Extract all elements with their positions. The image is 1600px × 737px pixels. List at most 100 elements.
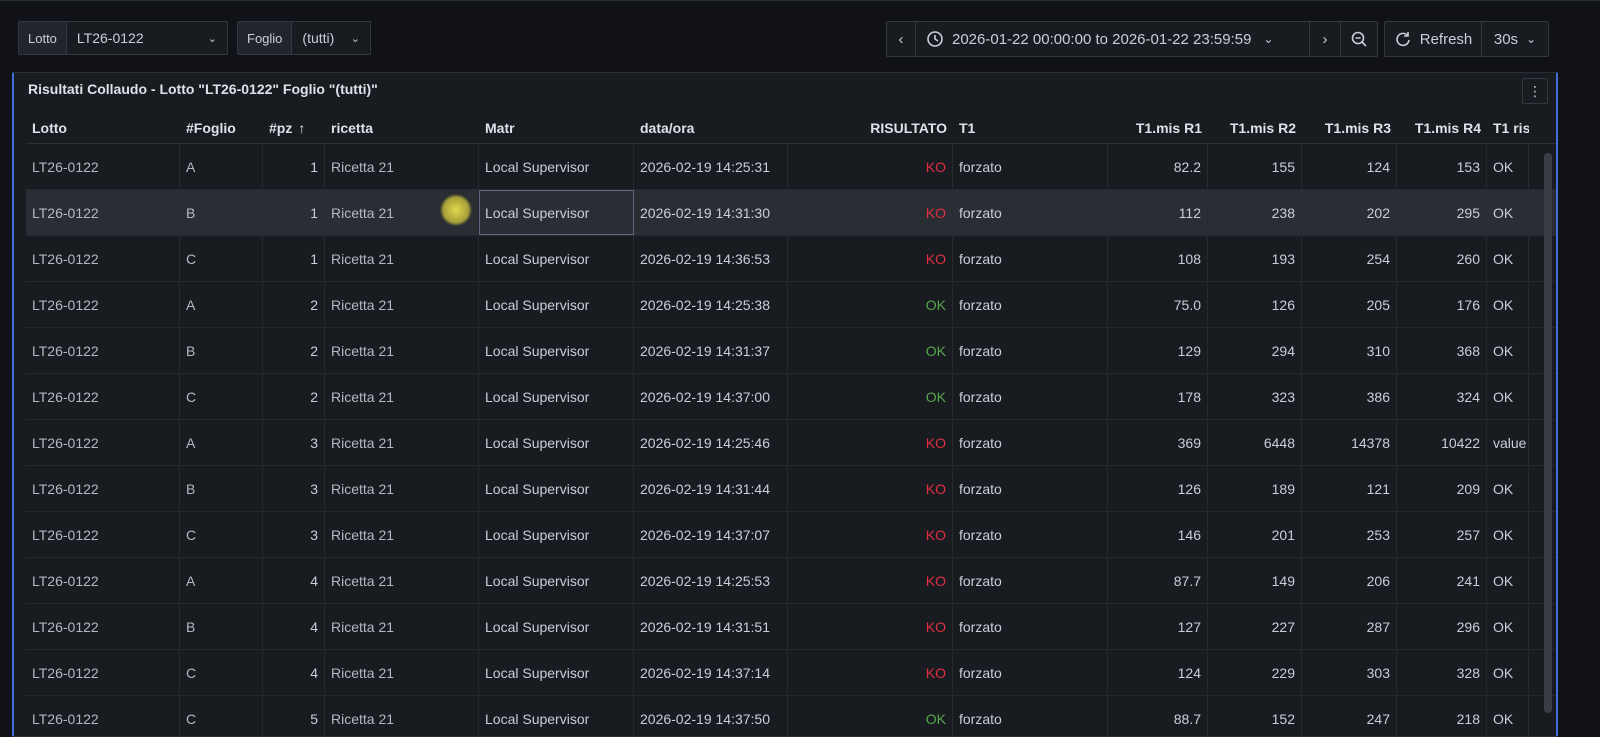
table-cell[interactable]: Local Supervisor [479, 420, 634, 465]
chevron-down-icon[interactable]: ⌄ [351, 22, 370, 54]
table-cell[interactable]: 310 [1302, 328, 1397, 373]
table-cell[interactable]: forzato [953, 604, 1108, 649]
table-cell[interactable]: 227 [1208, 604, 1302, 649]
table-cell[interactable]: 3 [263, 466, 325, 511]
table-cell[interactable]: forzato [953, 236, 1108, 281]
table-cell[interactable]: 75.0 [1108, 282, 1208, 327]
column-header[interactable]: #pz ↑ [263, 113, 325, 143]
table-cell[interactable]: LT26-0122 [26, 190, 180, 235]
table-cell[interactable]: 229 [1208, 650, 1302, 695]
table-cell[interactable]: OK [1487, 604, 1529, 649]
table-cell[interactable]: forzato [953, 190, 1108, 235]
table-row[interactable]: LT26-0122 B 4 Ricetta 21 Local Supervisor 202… [26, 604, 1556, 650]
table-cell[interactable]: A [180, 144, 263, 189]
table-cell[interactable]: forzato [953, 466, 1108, 511]
table-row[interactable]: LT26-0122 A 4 Ricetta 21 Local Supervisor 202… [26, 558, 1556, 604]
table-cell[interactable]: Local Supervisor [479, 466, 634, 511]
table-cell[interactable]: Ricetta 21 [325, 558, 479, 603]
table-cell[interactable]: 2026-02-19 14:37:14 [634, 650, 788, 695]
table-cell[interactable]: Local Supervisor [479, 558, 634, 603]
table-cell[interactable]: LT26-0122 [26, 512, 180, 557]
table-cell[interactable]: OK [1487, 144, 1529, 189]
table-cell[interactable]: KO [788, 558, 953, 603]
table-cell[interactable]: 323 [1208, 374, 1302, 419]
table-cell[interactable]: 126 [1108, 466, 1208, 511]
table-cell[interactable]: C [180, 650, 263, 695]
time-back-button[interactable]: ‹ [887, 22, 916, 56]
zoom-out-button[interactable] [1341, 22, 1377, 56]
table-cell[interactable]: 176 [1397, 282, 1487, 327]
table-cell[interactable]: 152 [1208, 696, 1302, 736]
table-cell[interactable]: KO [788, 650, 953, 695]
table-cell[interactable]: 238 [1208, 190, 1302, 235]
table-row[interactable]: LT26-0122 C 4 Ricetta 21 Local Supervisor 202… [26, 650, 1556, 696]
table-cell[interactable]: 126 [1208, 282, 1302, 327]
table-cell[interactable]: LT26-0122 [26, 374, 180, 419]
table-cell[interactable]: forzato [953, 282, 1108, 327]
column-header[interactable]: Lotto [26, 113, 180, 143]
table-cell[interactable]: Ricetta 21 [325, 328, 479, 373]
table-cell[interactable]: OK [1487, 650, 1529, 695]
table-cell[interactable]: Local Supervisor [479, 650, 634, 695]
table-cell[interactable]: 254 [1302, 236, 1397, 281]
table-cell[interactable]: 2026-02-19 14:25:53 [634, 558, 788, 603]
table-cell[interactable]: OK [1487, 190, 1529, 235]
table-cell[interactable]: Local Supervisor [479, 190, 634, 235]
column-header[interactable]: T1 ris [1487, 113, 1529, 143]
table-cell[interactable]: Ricetta 21 [325, 604, 479, 649]
table-row[interactable]: LT26-0122 A 1 Ricetta 21 Local Supervisor 202… [26, 144, 1556, 190]
table-cell[interactable]: 5 [263, 696, 325, 736]
table-cell[interactable]: 328 [1397, 650, 1487, 695]
column-header[interactable]: T1 [953, 113, 1108, 143]
table-cell[interactable]: Ricetta 21 [325, 650, 479, 695]
table-cell[interactable]: 121 [1302, 466, 1397, 511]
table-cell[interactable]: OK [788, 374, 953, 419]
table-cell[interactable]: C [180, 512, 263, 557]
panel-menu-icon[interactable]: ⋮ [1522, 78, 1548, 104]
column-header[interactable]: T1.mis R2 [1208, 113, 1302, 143]
table-cell[interactable]: 2 [263, 282, 325, 327]
time-forward-button[interactable]: › [1310, 22, 1341, 56]
table-cell[interactable]: LT26-0122 [26, 328, 180, 373]
table-cell[interactable]: Ricetta 21 [325, 236, 479, 281]
table-cell[interactable]: 386 [1302, 374, 1397, 419]
table-cell[interactable]: C [180, 696, 263, 736]
table-cell[interactable]: OK [788, 282, 953, 327]
table-cell[interactable]: 108 [1108, 236, 1208, 281]
table-cell[interactable]: OK [1487, 558, 1529, 603]
table-cell[interactable]: 2026-02-19 14:31:37 [634, 328, 788, 373]
table-cell[interactable]: 368 [1397, 328, 1487, 373]
table-cell[interactable]: 369 [1108, 420, 1208, 465]
table-cell[interactable]: Local Supervisor [479, 282, 634, 327]
table-cell[interactable]: 2026-02-19 14:31:44 [634, 466, 788, 511]
table-cell[interactable]: 4 [263, 650, 325, 695]
table-row[interactable]: LT26-0122 C 3 Ricetta 21 Local Supervisor 202… [26, 512, 1556, 558]
table-cell[interactable]: 287 [1302, 604, 1397, 649]
table-cell[interactable]: Local Supervisor [479, 328, 634, 373]
table-cell[interactable]: 153 [1397, 144, 1487, 189]
table-cell[interactable]: 253 [1302, 512, 1397, 557]
table-cell[interactable]: Ricetta 21 [325, 144, 479, 189]
table-cell[interactable]: Local Supervisor [479, 144, 634, 189]
table-cell[interactable]: KO [788, 190, 953, 235]
table-cell[interactable]: 146 [1108, 512, 1208, 557]
table-cell[interactable]: KO [788, 604, 953, 649]
variable-lotto-value[interactable]: LT26-0122 [67, 22, 154, 54]
table-cell[interactable]: forzato [953, 328, 1108, 373]
table-cell[interactable]: KO [788, 236, 953, 281]
table-cell[interactable]: forzato [953, 650, 1108, 695]
table-cell[interactable]: Ricetta 21 [325, 512, 479, 557]
table-cell[interactable]: LT26-0122 [26, 604, 180, 649]
table-cell[interactable]: 2026-02-19 14:37:50 [634, 696, 788, 736]
table-cell[interactable]: Local Supervisor [479, 512, 634, 557]
table-cell[interactable]: 127 [1108, 604, 1208, 649]
table-cell[interactable]: 296 [1397, 604, 1487, 649]
table-cell[interactable]: 247 [1302, 696, 1397, 736]
table-cell[interactable]: 2 [263, 328, 325, 373]
table-cell[interactable]: LT26-0122 [26, 236, 180, 281]
table-cell[interactable]: 1 [263, 190, 325, 235]
table-cell[interactable]: forzato [953, 374, 1108, 419]
vertical-scrollbar[interactable] [1544, 153, 1552, 713]
table-cell[interactable]: LT26-0122 [26, 696, 180, 736]
table-cell[interactable]: OK [1487, 328, 1529, 373]
